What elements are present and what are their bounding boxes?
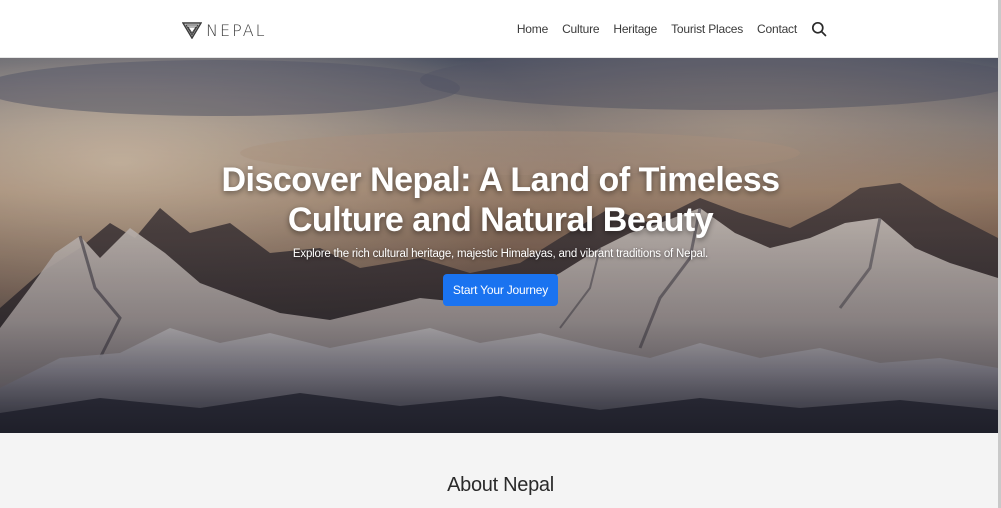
hero-subtitle: Explore the rich cultural heritage, maje… xyxy=(292,248,709,260)
mountain-shield-icon xyxy=(182,21,202,39)
hero-section: Discover Nepal: A Land of Timeless Cultu… xyxy=(0,58,998,433)
brand-name: NEPAL xyxy=(206,20,267,40)
hero-title-line2: Culture and Natural Beauty xyxy=(287,201,714,239)
search-icon[interactable] xyxy=(811,21,827,37)
brand-logo[interactable]: NEPAL xyxy=(182,18,267,42)
nav-link-heritage[interactable]: Heritage xyxy=(613,22,657,36)
nav-link-culture[interactable]: Culture xyxy=(562,22,599,36)
top-navbar: NEPAL Home Culture Heritage Tourist Plac… xyxy=(0,0,1001,58)
hero-title: Discover Nepal: A Land of Timeless Cultu… xyxy=(0,160,998,240)
nav-link-tourist-places[interactable]: Tourist Places xyxy=(671,22,743,36)
hero-content: Discover Nepal: A Land of Timeless Cultu… xyxy=(0,160,998,306)
start-journey-button[interactable]: Start Your Journey xyxy=(442,274,559,306)
about-section: About Nepal xyxy=(0,433,998,508)
about-title: About Nepal xyxy=(447,474,554,496)
hero-title-line1: Discover Nepal: A Land of Timeless xyxy=(221,161,780,199)
nav-link-contact[interactable]: Contact xyxy=(757,22,797,36)
nav-link-home[interactable]: Home xyxy=(517,22,548,36)
nav-menu: Home Culture Heritage Tourist Places Con… xyxy=(517,20,827,37)
